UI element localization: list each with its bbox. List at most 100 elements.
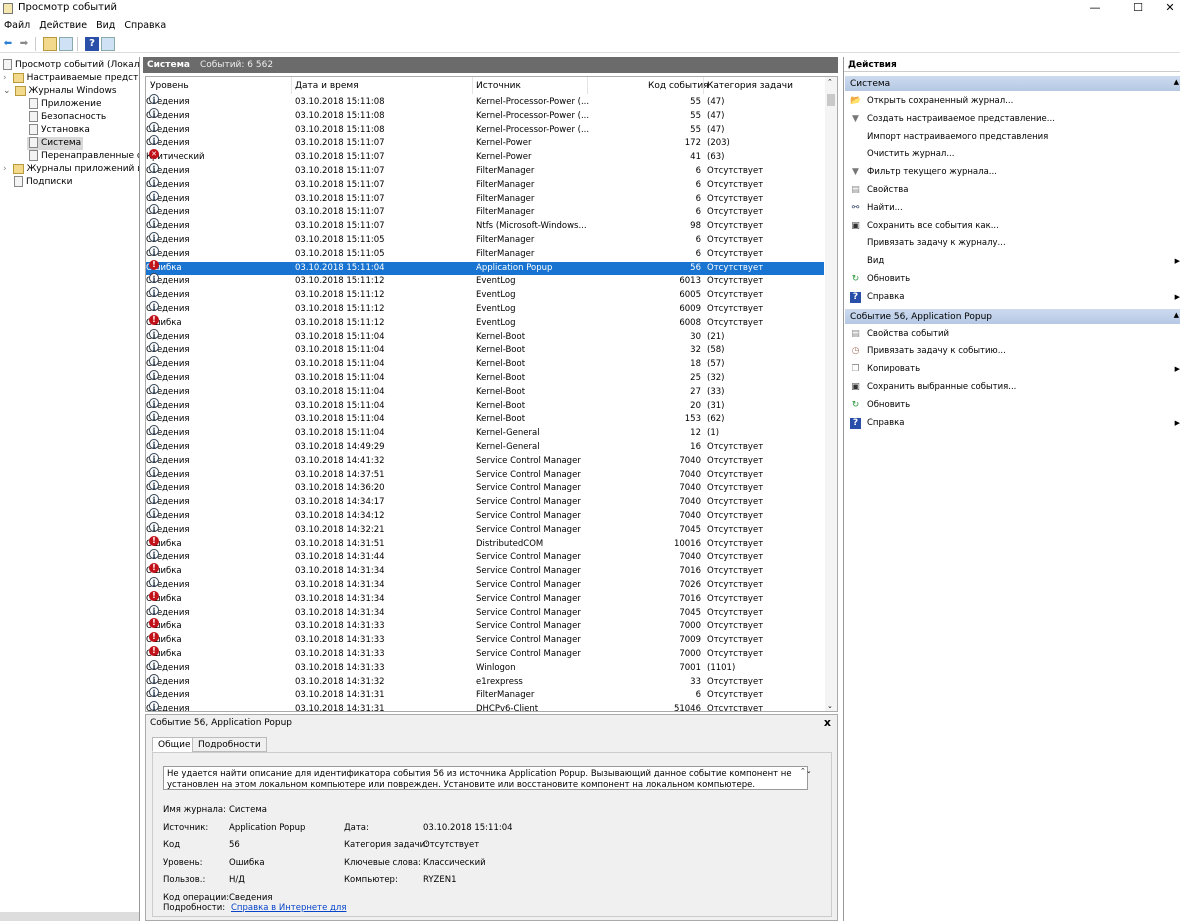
tree-log-application[interactable]: Приложение (29, 98, 102, 111)
table-row[interactable]: ! Ошибка 03.10.2018 14:31:51 DistributedCOM… (146, 535, 824, 552)
maximize-button[interactable]: ☐ (1123, 0, 1153, 17)
action-item[interactable]: Вид ▶ (845, 253, 1180, 270)
collapse-icon[interactable]: ▲ (1174, 78, 1179, 86)
column-event-id[interactable]: Код события (648, 81, 709, 91)
table-row[interactable]: i Сведения 03.10.2018 15:11:07 FilterManage… (146, 176, 824, 193)
table-row[interactable]: i Сведения 03.10.2018 14:31:33 Winlogon (110… (146, 659, 824, 676)
action-item[interactable]: ▣ Сохранить выбранные события... (845, 379, 1180, 396)
action-item[interactable]: Привязать задачу к журналу... (845, 235, 1180, 252)
table-row[interactable]: i Сведения 03.10.2018 14:37:51 Service Cont… (146, 466, 824, 483)
chevron-right-icon[interactable]: › (3, 164, 7, 174)
table-row[interactable]: i Сведения 03.10.2018 15:11:07 FilterManage… (146, 190, 824, 207)
folder-up-icon[interactable] (43, 37, 57, 51)
action-item[interactable]: ▼ Фильтр текущего журнала... (845, 164, 1180, 181)
table-row[interactable]: i Сведения 03.10.2018 15:11:04 Kernel-Boot(… (146, 397, 824, 414)
action-item[interactable]: ↻ Обновить (845, 397, 1180, 414)
tree-root[interactable]: Просмотр событий (Локальный) (3, 59, 139, 72)
menu-file[interactable]: Файл (0, 18, 35, 31)
action-item[interactable]: ↻ Обновить (845, 271, 1180, 288)
action-item[interactable]: ❐ Копировать ▶ (845, 361, 1180, 378)
table-row[interactable]: ! Ошибка 03.10.2018 14:31:33 Service Contro… (146, 632, 824, 648)
table-row[interactable]: i Сведения 03.10.2018 14:34:17 Service Cont… (146, 494, 824, 510)
table-row[interactable]: i Сведения 03.10.2018 15:11:05 FilterManage… (146, 245, 824, 262)
show-actions-icon[interactable] (101, 37, 115, 51)
action-item[interactable]: ◷ Привязать задачу к событию... (845, 343, 1180, 360)
action-item[interactable]: Очистить журнал... (845, 146, 1180, 163)
table-row[interactable]: ! Ошибка 03.10.2018 15:11:04 Application Po… (146, 259, 824, 276)
table-row[interactable]: i Сведения 03.10.2018 15:11:04 Kernel-Gener… (146, 425, 824, 441)
column-source[interactable]: Источник (476, 81, 521, 91)
column-divider[interactable] (291, 77, 292, 94)
action-item[interactable]: ▤ Свойства событий (845, 326, 1180, 343)
actions-section-header[interactable]: Система ▲ (845, 76, 1180, 91)
table-row[interactable]: i Сведения 03.10.2018 14:41:32 Service Cont… (146, 452, 824, 469)
table-row[interactable]: i Сведения 03.10.2018 14:31:44 Service Cont… (146, 549, 824, 565)
table-row[interactable]: i Сведения 03.10.2018 14:49:29 Kernel-Gener… (146, 439, 824, 455)
action-item[interactable]: ▤ Свойства (845, 182, 1180, 199)
table-row[interactable]: ✕ Критический 03.10.2018 15:11:07 Kernel-Po… (146, 149, 824, 165)
tree-custom-views[interactable]: ›Настраиваемые представления (3, 72, 139, 85)
menu-help[interactable]: Справка (120, 18, 171, 31)
action-item[interactable]: ? Справка ▶ (845, 415, 1180, 432)
table-row[interactable]: i Сведения 03.10.2018 15:11:04 Kernel-Boot(… (146, 383, 824, 400)
table-row[interactable]: i Сведения 03.10.2018 14:31:31 DHCPv6-Clien… (146, 701, 824, 711)
table-row[interactable]: i Сведения 03.10.2018 15:11:04 Kernel-Boot(… (146, 328, 824, 345)
column-level[interactable]: Уровень (150, 81, 189, 91)
tree-subscriptions[interactable]: Подписки (14, 176, 72, 189)
table-row[interactable]: i Сведения 03.10.2018 15:11:07 Ntfs (Micros… (146, 218, 824, 234)
tree-log-forwarded[interactable]: Перенаправленные события (29, 150, 139, 163)
event-description[interactable]: Не удается найти описание для идентифика… (163, 766, 808, 790)
column-divider[interactable] (703, 77, 704, 94)
action-item[interactable]: ⚯ Найти... (845, 200, 1180, 217)
detail-close-button[interactable]: x (824, 716, 831, 729)
table-row[interactable]: i Сведения 03.10.2018 15:11:12 EventLog Отсу… (146, 301, 824, 317)
table-row[interactable]: i Сведения 03.10.2018 15:11:05 FilterManage… (146, 232, 824, 248)
table-row[interactable]: ! Ошибка 03.10.2018 15:11:12 EventLog Отсутс… (146, 314, 824, 331)
table-row[interactable]: i Сведения 03.10.2018 15:11:07 FilterManage… (146, 204, 824, 220)
table-row[interactable]: i Сведения 03.10.2018 15:11:12 EventLog Отсу… (146, 287, 824, 303)
scrollbar-thumb[interactable] (827, 94, 835, 106)
tree-log-setup[interactable]: Установка (29, 124, 90, 137)
action-item[interactable]: ? Справка ▶ (845, 289, 1180, 306)
description-scroll-icon[interactable]: ⌃⌄ (800, 767, 812, 775)
table-row[interactable]: i Сведения 03.10.2018 15:11:07 Kernel-Power… (146, 135, 824, 151)
tree-log-system[interactable]: Система (27, 137, 84, 150)
help-icon[interactable]: ? (85, 37, 99, 51)
table-row[interactable]: i Сведения 03.10.2018 15:11:04 Kernel-Boot(… (146, 370, 824, 386)
column-category[interactable]: Категория задачи (707, 81, 793, 91)
scroll-down-icon[interactable]: ⌄ (827, 702, 833, 710)
tab-details[interactable]: Подробности (192, 737, 267, 752)
action-item[interactable]: ▼ Создать настраиваемое представление... (845, 111, 1180, 128)
tree-app-logs[interactable]: ›Журналы приложений и служб (3, 163, 139, 176)
table-row[interactable]: i Сведения 03.10.2018 15:11:08 Kernel-Proce… (146, 107, 824, 124)
table-row[interactable]: i Сведения 03.10.2018 14:31:31 FilterManage… (146, 687, 824, 703)
table-row[interactable]: i Сведения 03.10.2018 14:31:32 e1rexpress От… (146, 673, 824, 690)
table-row[interactable]: ! Ошибка 03.10.2018 14:31:33 Service Contro… (146, 618, 824, 634)
table-row[interactable]: i Сведения 03.10.2018 14:31:34 Service Cont… (146, 577, 824, 593)
table-row[interactable]: ! Ошибка 03.10.2018 14:31:34 Service Contro… (146, 590, 824, 607)
tab-general[interactable]: Общие (152, 737, 197, 752)
table-row[interactable]: i Сведения 03.10.2018 15:11:12 EventLog Отсу… (146, 273, 824, 289)
actions-section-header[interactable]: Событие 56, Application Popup ▲ (845, 308, 1180, 324)
back-icon[interactable]: ⬅ (1, 37, 15, 51)
column-divider[interactable] (587, 77, 588, 94)
action-item[interactable]: ▣ Сохранить все события как... (845, 218, 1180, 235)
table-row[interactable]: i Сведения 03.10.2018 14:34:12 Service Cont… (146, 508, 824, 524)
chevron-right-icon[interactable]: › (3, 73, 7, 83)
show-tree-icon[interactable] (59, 37, 73, 51)
tree-log-security[interactable]: Безопасность (29, 111, 106, 124)
column-date[interactable]: Дата и время (295, 81, 359, 91)
table-row[interactable]: i Сведения 03.10.2018 14:31:34 Service Cont… (146, 604, 824, 621)
list-vertical-scrollbar[interactable]: ⌃ ⌄ (825, 77, 837, 711)
tree-windows-logs[interactable]: ⌄ Журналы Windows (3, 85, 117, 98)
table-row[interactable]: ! Ошибка 03.10.2018 14:31:33 Service Contro… (146, 646, 824, 662)
collapse-icon[interactable]: ▲ (1174, 311, 1179, 319)
menu-action[interactable]: Действие (35, 18, 92, 31)
close-button[interactable]: ✕ (1155, 0, 1180, 17)
table-row[interactable]: i Сведения 03.10.2018 15:11:07 FilterManage… (146, 163, 824, 179)
table-row[interactable]: i Сведения 03.10.2018 15:11:08 Kernel-Proce… (146, 94, 824, 110)
table-row[interactable]: ! Ошибка 03.10.2018 14:31:34 Service Contro… (146, 563, 824, 579)
tree-horizontal-scrollbar[interactable] (0, 912, 139, 921)
menu-view[interactable]: Вид (92, 18, 120, 31)
minimize-button[interactable]: — (1080, 0, 1110, 17)
